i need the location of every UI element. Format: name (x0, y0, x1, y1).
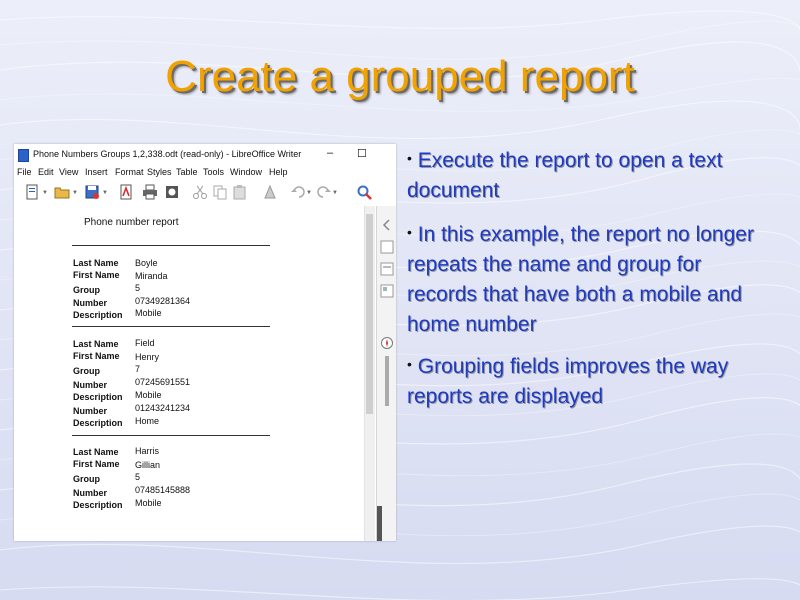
new-dropdown-icon[interactable]: ▼ (42, 190, 48, 196)
standard-toolbar: ▼ ▼ ▼ ▼ ▼ (14, 182, 396, 204)
bullet-marker: • (407, 224, 412, 240)
vertical-scrollbar[interactable] (364, 206, 375, 541)
document-page[interactable] (14, 206, 372, 541)
label-group: Group (73, 474, 100, 484)
value-group: 7 (135, 364, 141, 374)
undo-dropdown-icon[interactable]: ▼ (306, 190, 312, 196)
label-first-name: First Name (73, 459, 120, 469)
menu-bar: File Edit View Insert Format Styles Tabl… (14, 166, 396, 180)
value-last-name: Boyle (135, 258, 158, 268)
bullet-marker: • (407, 356, 412, 372)
label-last-name: Last Name (73, 447, 119, 457)
label-number: Number (73, 488, 108, 498)
sidebar-collapse-icon[interactable] (380, 218, 394, 232)
value-last-name: Harris (135, 446, 159, 456)
redo-dropdown-icon[interactable]: ▼ (332, 190, 338, 196)
sidebar-scroll-indicator (385, 356, 389, 406)
new-document-icon[interactable] (24, 184, 40, 200)
menu-help[interactable]: Help (269, 167, 288, 177)
bullet-point: • Grouping fields improves the way repor… (407, 349, 767, 412)
value-number: 07349281364 (135, 296, 191, 306)
libreoffice-writer-window: Phone Numbers Groups 1,2,338.odt (read-o… (14, 144, 396, 541)
value-first-name: Miranda (135, 271, 168, 281)
record-separator (72, 435, 270, 436)
label-description: Description (73, 310, 123, 320)
label-description: Description (73, 392, 123, 402)
paste-icon[interactable] (232, 184, 248, 200)
label-number: Number (73, 380, 108, 390)
menu-styles[interactable]: Styles (147, 167, 172, 177)
export-pdf-icon[interactable] (118, 184, 134, 200)
scrollbar-thumb[interactable] (366, 214, 373, 414)
value-first-name: Gillian (135, 460, 161, 470)
find-replace-icon[interactable] (356, 184, 372, 200)
styles-icon[interactable] (380, 262, 394, 276)
label-last-name: Last Name (73, 258, 119, 268)
bullet-text: In this example, the report no longer re… (407, 223, 754, 336)
menu-format[interactable]: Format (115, 167, 144, 177)
label-description: Description (73, 500, 123, 510)
label-last-name: Last Name (73, 339, 119, 349)
value-last-name: Field (135, 338, 155, 348)
label-group: Group (73, 366, 100, 376)
print-icon[interactable] (142, 184, 158, 200)
menu-file[interactable]: File (17, 167, 32, 177)
label-description: Description (73, 418, 123, 428)
slide-title: Create a grouped report (165, 52, 635, 101)
label-number: Number (73, 406, 108, 416)
record-separator (72, 245, 270, 246)
save-dropdown-icon[interactable]: ▼ (102, 190, 108, 196)
menu-window[interactable]: Window (230, 167, 262, 177)
value-number: 07245691551 (135, 377, 191, 387)
bullet-point: • Execute the report to open a text docu… (407, 143, 767, 206)
bullet-text: Execute the report to open a text docume… (407, 149, 723, 202)
value-description: Mobile (135, 308, 162, 318)
label-first-name: First Name (73, 351, 120, 361)
gallery-icon[interactable] (380, 284, 394, 298)
value-number: 07485145888 (135, 485, 191, 495)
clone-formatting-icon[interactable] (262, 184, 278, 200)
window-title: Phone Numbers Groups 1,2,338.odt (read-o… (33, 149, 302, 159)
label-first-name: First Name (73, 270, 120, 280)
record-separator (72, 326, 270, 327)
redo-icon[interactable] (316, 184, 332, 200)
print-preview-icon[interactable] (164, 184, 180, 200)
label-group: Group (73, 285, 100, 295)
bullet-point: • In this example, the report no longer … (407, 217, 767, 340)
bullet-text: Grouping fields improves the way reports… (407, 355, 729, 408)
sidebar-resize-handle[interactable] (377, 506, 382, 541)
cut-icon[interactable] (192, 184, 208, 200)
minimize-button[interactable]: – (327, 147, 333, 159)
menu-table[interactable]: Table (176, 167, 198, 177)
sidebar-deck (376, 206, 396, 541)
value-description: Mobile (135, 498, 162, 508)
menu-view[interactable]: View (59, 167, 78, 177)
report-heading: Phone number report (84, 217, 179, 228)
value-first-name: Henry (135, 352, 160, 362)
open-dropdown-icon[interactable]: ▼ (72, 190, 78, 196)
undo-icon[interactable] (290, 184, 306, 200)
value-description: Mobile (135, 390, 162, 400)
window-titlebar: Phone Numbers Groups 1,2,338.odt (read-o… (14, 144, 396, 164)
value-description: Home (135, 416, 160, 426)
writer-app-icon (18, 149, 29, 162)
value-group: 5 (135, 283, 141, 293)
maximize-button[interactable]: ☐ (357, 147, 367, 160)
value-number: 01243241234 (135, 403, 191, 413)
properties-icon[interactable] (380, 240, 394, 254)
menu-insert[interactable]: Insert (85, 167, 108, 177)
value-group: 5 (135, 472, 141, 482)
label-number: Number (73, 298, 108, 308)
menu-edit[interactable]: Edit (38, 167, 54, 177)
open-folder-icon[interactable] (54, 184, 70, 200)
save-icon[interactable] (84, 184, 100, 200)
navigator-icon[interactable] (380, 336, 394, 350)
copy-icon[interactable] (212, 184, 228, 200)
menu-tools[interactable]: Tools (203, 167, 224, 177)
bullet-marker: • (407, 150, 412, 166)
